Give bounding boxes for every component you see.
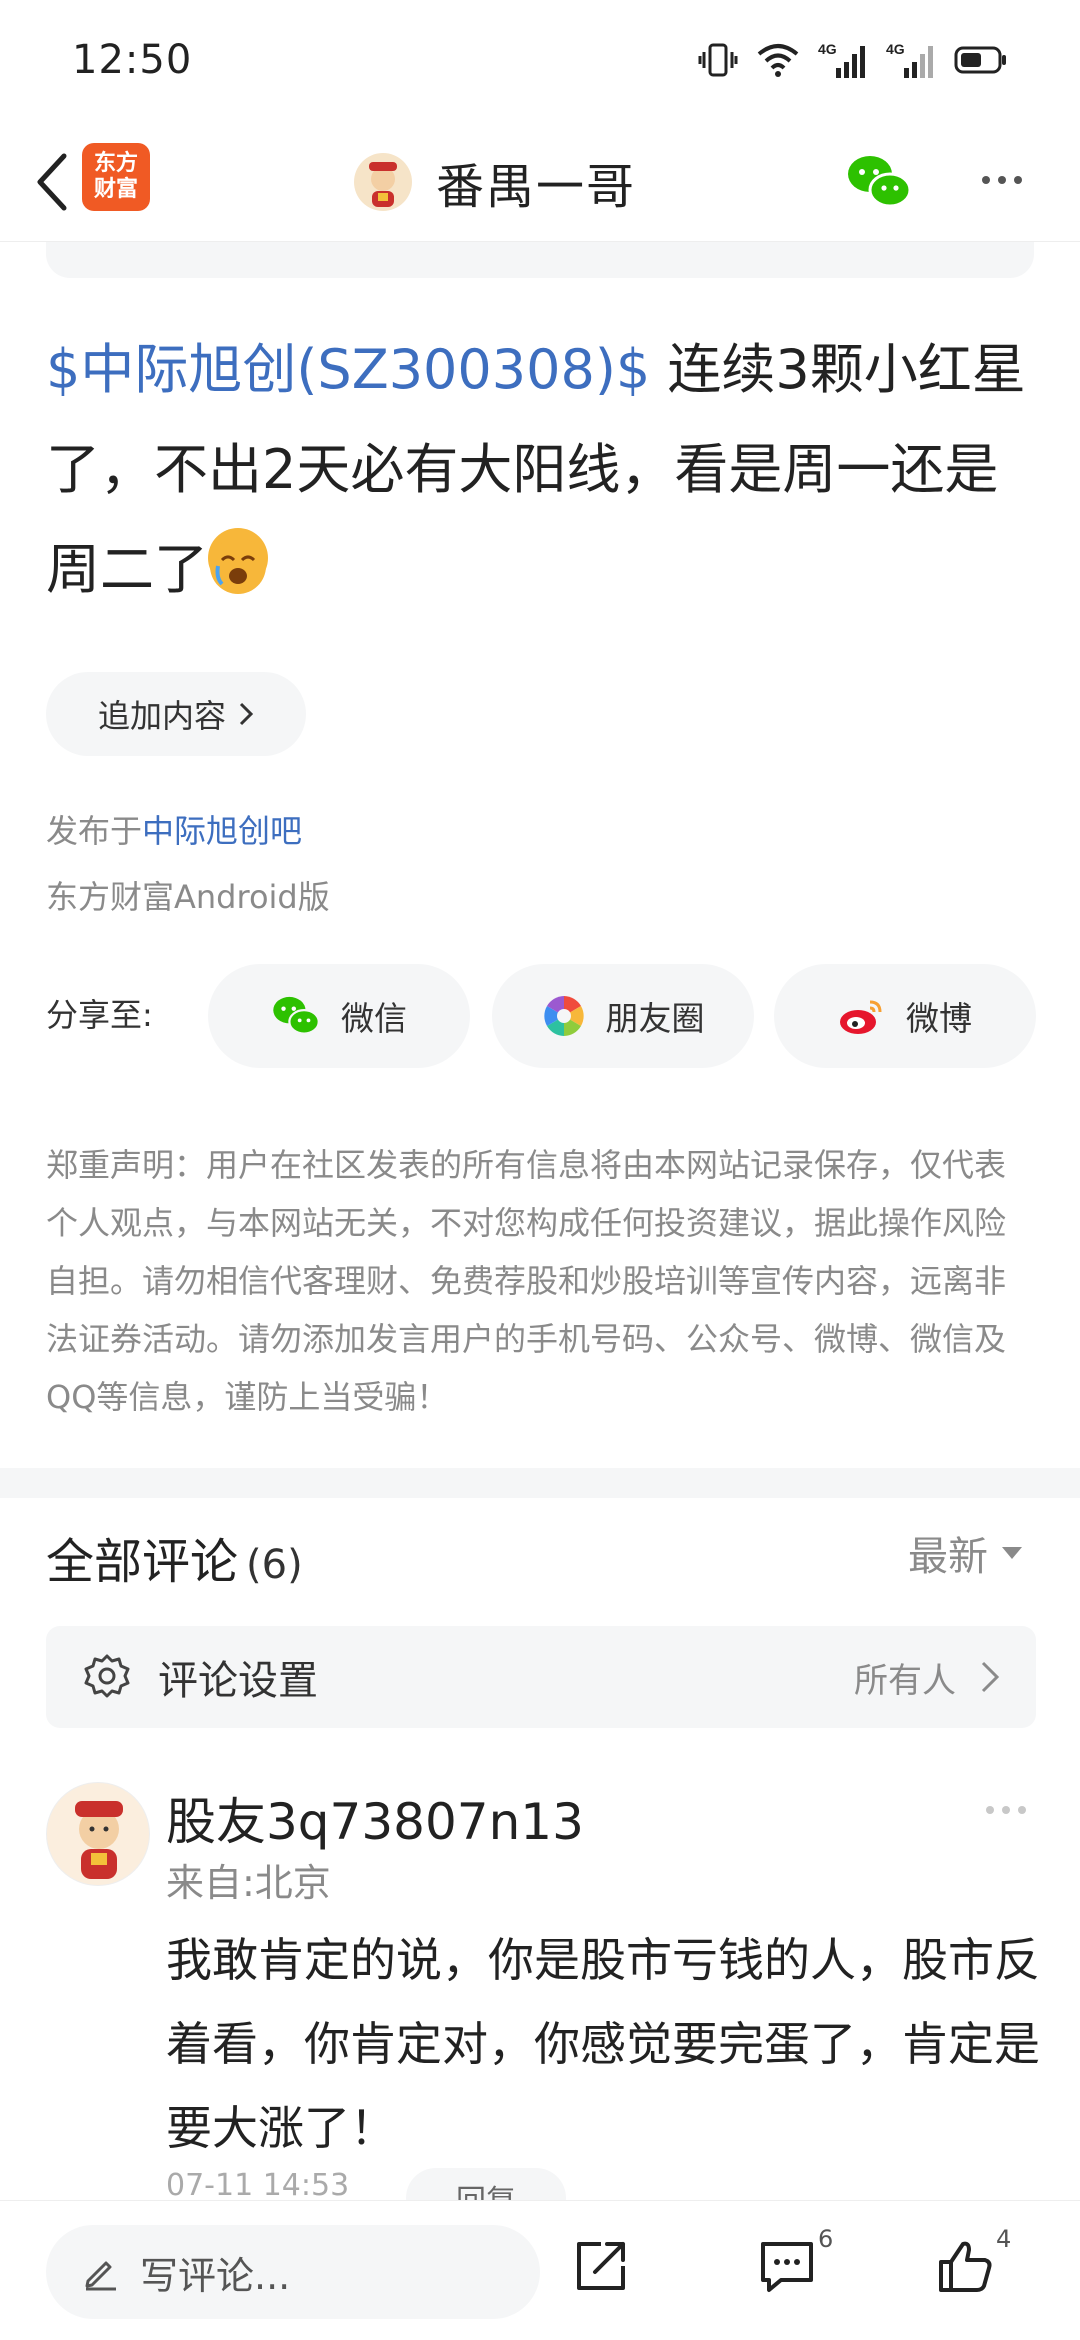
- share-wechat-button[interactable]: 微信: [208, 964, 470, 1068]
- published-prefix: 发布于: [46, 812, 143, 850]
- published-in: 发布于中际旭创吧: [46, 806, 302, 852]
- share-label: 分享至:: [46, 996, 153, 1034]
- thumbs-up-icon: [939, 2241, 992, 2292]
- more-button[interactable]: [972, 160, 1032, 200]
- moments-icon: [543, 996, 584, 1036]
- status-time: 12:50: [72, 37, 193, 83]
- more-dot: [998, 176, 1006, 184]
- svg-text:4G: 4G: [886, 41, 905, 57]
- write-comment-input[interactable]: 写评论...: [46, 2225, 540, 2319]
- wechat-icon: [273, 996, 320, 1035]
- more-dot: [986, 1806, 994, 1814]
- comment-bubble-icon: [761, 2242, 813, 2292]
- share-weibo-button[interactable]: 微博: [774, 964, 1036, 1068]
- logo-line1: 东方: [93, 151, 138, 176]
- vibrate-icon: [698, 40, 738, 80]
- like-count-badge: 4: [996, 2225, 1012, 2253]
- section-divider: [0, 1468, 1080, 1498]
- crying-face-emoji-icon: [208, 528, 268, 594]
- comment-time: 07-11 14:53: [166, 2168, 350, 2203]
- comment-count-badge: 6: [818, 2225, 834, 2253]
- add-content-button[interactable]: 追加内容: [46, 672, 306, 756]
- more-dot: [1002, 1806, 1010, 1814]
- wifi-icon: [756, 42, 800, 78]
- pencil-icon: [85, 2261, 116, 2291]
- share-moments-button[interactable]: 朋友圈: [492, 964, 754, 1068]
- gear-icon: [84, 1654, 130, 1698]
- comments-title: 全部评论: [46, 1534, 239, 1590]
- comment-location: 来自:北京: [166, 1861, 331, 1905]
- caret-down-icon: [1002, 1547, 1022, 1559]
- svg-text:4G: 4G: [818, 41, 837, 57]
- author-header[interactable]: 番禺一哥: [354, 150, 637, 215]
- comment-text: 我敢肯定的说，你是股市亏钱的人，股市反着看，你肯定对，你感觉要完蛋了，肯定是要大…: [166, 1933, 1040, 2155]
- status-icons: 4G 4G: [698, 40, 1008, 80]
- wechat-share-button[interactable]: [846, 152, 912, 212]
- write-comment-placeholder: 写评论...: [140, 2253, 291, 2298]
- comment-settings-value: 所有人: [854, 1660, 956, 1701]
- comment-username[interactable]: 股友3q73807n13: [166, 1782, 584, 1854]
- comment-settings-label: 评论设置: [158, 1658, 318, 1704]
- chevron-left-icon: [37, 153, 67, 211]
- comment-more-button[interactable]: [986, 1806, 1026, 1814]
- author-avatar: [354, 153, 412, 211]
- comments-button[interactable]: 6: [752, 2225, 833, 2301]
- app-logo[interactable]: 东方 财富: [82, 143, 150, 211]
- fortune-god-avatar-icon: [369, 162, 397, 207]
- weibo-icon: [840, 1000, 882, 1034]
- fortune-god-avatar-icon: [75, 1801, 123, 1879]
- comments-header: 全部评论 (6): [46, 1522, 303, 1592]
- cell-signal-2-icon: 4G: [886, 40, 936, 80]
- sort-dropdown[interactable]: 最新: [908, 1524, 1022, 1582]
- more-dot: [982, 176, 990, 184]
- stock-tag-link[interactable]: $中际旭创(SZ300308)$: [46, 338, 650, 401]
- share-button[interactable]: [566, 2231, 636, 2301]
- sort-label: 最新: [908, 1534, 988, 1580]
- logo-line2: 财富: [93, 177, 138, 202]
- status-bar: 12:50 4G 4G: [0, 0, 1080, 120]
- board-link[interactable]: 中际旭创吧: [142, 812, 302, 850]
- share-moments-label: 朋友圈: [605, 999, 705, 1038]
- nav-bar: 东方 财富 番禺一哥: [0, 120, 1080, 242]
- comments-count: (6): [246, 1542, 303, 1588]
- battery-icon: [954, 45, 1008, 75]
- collapsed-card-edge: [46, 242, 1034, 278]
- more-dot: [1014, 176, 1022, 184]
- comment-avatar[interactable]: [46, 1782, 150, 1886]
- add-content-label: 追加内容: [97, 697, 226, 735]
- client-source: 东方财富Android版: [46, 878, 330, 916]
- back-button[interactable]: [22, 144, 82, 220]
- wechat-icon: [848, 156, 912, 208]
- page-title: 番禺一哥: [436, 159, 637, 215]
- chevron-right-icon: [981, 1661, 1000, 1693]
- disclaimer-text: 郑重声明：用户在社区发表的所有信息将由本网站记录保存，仅代表个人观点，与本网站无…: [46, 1146, 1007, 1416]
- comment-settings-row[interactable]: 评论设置 所有人: [46, 1626, 1036, 1728]
- like-button[interactable]: 4: [930, 2225, 1011, 2301]
- cell-signal-1-icon: 4G: [818, 40, 868, 80]
- chevron-right-icon: [239, 702, 254, 726]
- share-out-icon: [577, 2242, 625, 2290]
- bottom-action-bar: 写评论... 6 4: [0, 2200, 1080, 2340]
- share-wechat-label: 微信: [341, 999, 407, 1038]
- post-body: $中际旭创(SZ300308)$ 连续3颗小红星了，不出2天必有大阳线，看是周一…: [46, 320, 1046, 620]
- share-weibo-label: 微博: [906, 999, 972, 1038]
- more-dot: [1018, 1806, 1026, 1814]
